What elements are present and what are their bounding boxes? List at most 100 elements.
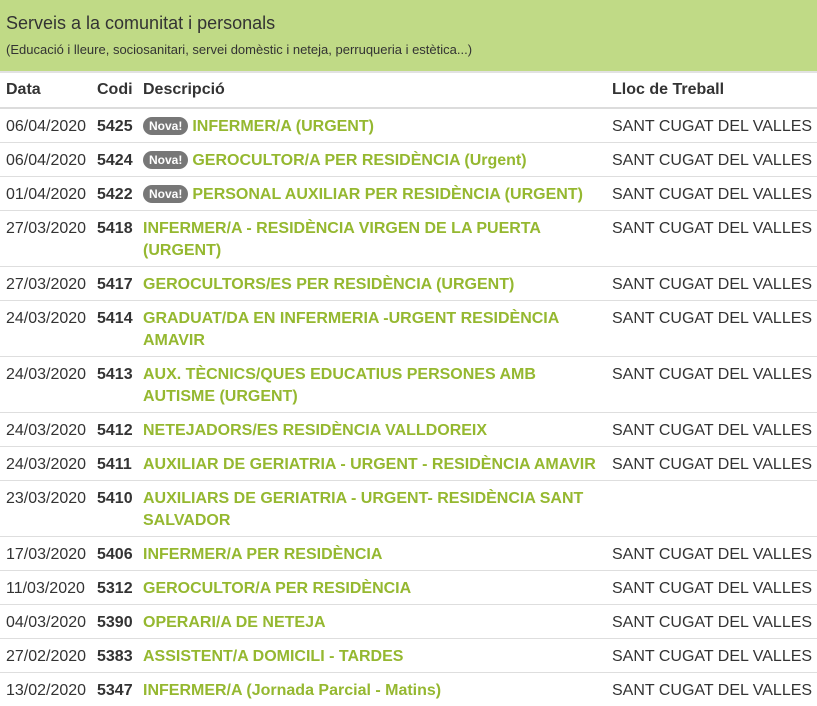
- job-offer-link[interactable]: INFERMER/A PER RESIDÈNCIA: [143, 546, 382, 563]
- row-description-cell: Nova!GEROCULTOR/A PER RESIDÈNCIA (Urgent…: [137, 143, 606, 177]
- column-header-description: Descripció: [137, 73, 606, 108]
- job-offer-link[interactable]: INFERMER/A - RESIDÈNCIA VIRGEN DE LA PUE…: [143, 220, 540, 259]
- job-offers-table: Data Codi Descripció Lloc de Treball 06/…: [0, 73, 817, 706]
- row-location: SANT CUGAT DEL VALLES: [606, 537, 817, 571]
- row-location: SANT CUGAT DEL VALLES: [606, 267, 817, 301]
- row-date: 13/02/2020: [0, 673, 91, 706]
- row-location: SANT CUGAT DEL VALLES: [606, 413, 817, 447]
- row-description-cell: AUXILIAR DE GERIATRIA - URGENT - RESIDÈN…: [137, 447, 606, 481]
- row-code: 5422: [91, 177, 137, 211]
- table-row: 24/03/20205413AUX. TÈCNICS/QUES EDUCATIU…: [0, 357, 817, 413]
- row-code: 5418: [91, 211, 137, 267]
- table-row: 24/03/20205411 AUXILIAR DE GERIATRIA - UR…: [0, 447, 817, 481]
- row-code: 5424: [91, 143, 137, 177]
- job-offer-link[interactable]: ASSISTENT/A DOMICILI - TARDES: [143, 648, 403, 665]
- table-row: 27/03/20205418INFERMER/A - RESIDÈNCIA VI…: [0, 211, 817, 267]
- row-date: 11/03/2020: [0, 571, 91, 605]
- row-code: 5312: [91, 571, 137, 605]
- job-offer-link[interactable]: AUXILIARS DE GERIATRIA - URGENT- RESIDÈN…: [143, 490, 583, 529]
- row-description-cell: INFERMER/A PER RESIDÈNCIA: [137, 537, 606, 571]
- row-code: 5406: [91, 537, 137, 571]
- job-offer-link[interactable]: INFERMER/A (URGENT): [192, 118, 374, 135]
- row-location: SANT CUGAT DEL VALLES: [606, 447, 817, 481]
- row-date: 04/03/2020: [0, 605, 91, 639]
- table-row: 06/04/20205424Nova!GEROCULTOR/A PER RESI…: [0, 143, 817, 177]
- row-date: 17/03/2020: [0, 537, 91, 571]
- table-row: 24/03/20205414GRADUAT/DA EN INFERMERIA -…: [0, 301, 817, 357]
- table-row: 01/04/20205422Nova!PERSONAL AUXILIAR PER…: [0, 177, 817, 211]
- row-code: 5390: [91, 605, 137, 639]
- row-description-cell: GEROCULTORS/ES PER RESIDÈNCIA (URGENT): [137, 267, 606, 301]
- table-row: 24/03/20205412 NETEJADORS/ES RESIDÈNCIA V…: [0, 413, 817, 447]
- row-date: 06/04/2020: [0, 108, 91, 143]
- table-row: 06/04/20205425Nova!INFERMER/A (URGENT)SA…: [0, 108, 817, 143]
- row-location: SANT CUGAT DEL VALLES: [606, 143, 817, 177]
- row-code: 5411: [91, 447, 137, 481]
- table-header-row: Data Codi Descripció Lloc de Treball: [0, 73, 817, 108]
- row-description-cell: INFERMER/A - RESIDÈNCIA VIRGEN DE LA PUE…: [137, 211, 606, 267]
- row-location: SANT CUGAT DEL VALLES: [606, 673, 817, 706]
- column-header-location: Lloc de Treball: [606, 73, 817, 108]
- row-description-cell: GEROCULTOR/A PER RESIDÈNCIA: [137, 571, 606, 605]
- section-subtitle: (Educació i lleure, sociosanitari, serve…: [6, 42, 811, 58]
- job-offer-link[interactable]: AUXILIAR DE GERIATRIA - URGENT - RESIDÈN…: [143, 456, 596, 473]
- job-offer-link[interactable]: NETEJADORS/ES RESIDÈNCIA VALLDOREIX: [143, 422, 487, 439]
- row-location: SANT CUGAT DEL VALLES: [606, 211, 817, 267]
- row-date: 27/02/2020: [0, 639, 91, 673]
- row-date: 06/04/2020: [0, 143, 91, 177]
- column-header-date: Data: [0, 73, 91, 108]
- row-description-cell: Nova!PERSONAL AUXILIAR PER RESIDÈNCIA (U…: [137, 177, 606, 211]
- table-row: 11/03/20205312 GEROCULTOR/A PER RESIDÈNCI…: [0, 571, 817, 605]
- row-description-cell: GRADUAT/DA EN INFERMERIA -URGENT RESIDÈN…: [137, 301, 606, 357]
- section-title: Serveis a la comunitat i personals: [6, 12, 811, 34]
- row-code: 5410: [91, 481, 137, 537]
- job-offer-link[interactable]: OPERARI/A DE NETEJA: [143, 614, 326, 631]
- job-offer-link[interactable]: GEROCULTOR/A PER RESIDÈNCIA (Urgent): [192, 152, 526, 169]
- row-location: SANT CUGAT DEL VALLES: [606, 639, 817, 673]
- row-code: 5425: [91, 108, 137, 143]
- table-row: 04/03/20205390 OPERARI/A DE NETEJA SANT CU…: [0, 605, 817, 639]
- row-date: 24/03/2020: [0, 301, 91, 357]
- row-code: 5413: [91, 357, 137, 413]
- row-description-cell: OPERARI/A DE NETEJA: [137, 605, 606, 639]
- row-description-cell: AUXILIARS DE GERIATRIA - URGENT- RESIDÈN…: [137, 481, 606, 537]
- row-location: SANT CUGAT DEL VALLES: [606, 301, 817, 357]
- row-location: SANT CUGAT DEL VALLES: [606, 605, 817, 639]
- job-offer-link[interactable]: GEROCULTOR/A PER RESIDÈNCIA: [143, 580, 411, 597]
- row-date: 24/03/2020: [0, 357, 91, 413]
- row-location: [606, 481, 817, 537]
- row-code: 5383: [91, 639, 137, 673]
- table-row: 17/03/20205406 INFERMER/A PER RESIDÈNCIA S…: [0, 537, 817, 571]
- section-header: Serveis a la comunitat i personals (Educ…: [0, 0, 817, 73]
- job-offer-link[interactable]: AUX. TÈCNICS/QUES EDUCATIUS PERSONES AMB…: [143, 366, 536, 405]
- new-badge: Nova!: [143, 185, 188, 203]
- row-date: 01/04/2020: [0, 177, 91, 211]
- row-date: 23/03/2020: [0, 481, 91, 537]
- row-location: SANT CUGAT DEL VALLES: [606, 571, 817, 605]
- row-date: 27/03/2020: [0, 211, 91, 267]
- row-date: 27/03/2020: [0, 267, 91, 301]
- job-offer-link[interactable]: GRADUAT/DA EN INFERMERIA -URGENT RESIDÈN…: [143, 310, 559, 349]
- new-badge: Nova!: [143, 117, 188, 135]
- job-offer-link[interactable]: GEROCULTORS/ES PER RESIDÈNCIA (URGENT): [143, 276, 514, 293]
- row-code: 5417: [91, 267, 137, 301]
- column-header-code: Codi: [91, 73, 137, 108]
- job-offer-link[interactable]: INFERMER/A (Jornada Parcial - Matins): [143, 682, 441, 699]
- row-date: 24/03/2020: [0, 447, 91, 481]
- row-description-cell: ASSISTENT/A DOMICILI - TARDES: [137, 639, 606, 673]
- row-code: 5347: [91, 673, 137, 706]
- row-description-cell: Nova!INFERMER/A (URGENT): [137, 108, 606, 143]
- row-description-cell: AUX. TÈCNICS/QUES EDUCATIUS PERSONES AMB…: [137, 357, 606, 413]
- row-location: SANT CUGAT DEL VALLES: [606, 108, 817, 143]
- row-description-cell: NETEJADORS/ES RESIDÈNCIA VALLDOREIX: [137, 413, 606, 447]
- table-row: 27/03/20205417 GEROCULTORS/ES PER RESIDÈN…: [0, 267, 817, 301]
- table-row: 23/03/20205410AUXILIARS DE GERIATRIA - U…: [0, 481, 817, 537]
- row-location: SANT CUGAT DEL VALLES: [606, 177, 817, 211]
- row-date: 24/03/2020: [0, 413, 91, 447]
- row-code: 5414: [91, 301, 137, 357]
- job-offer-link[interactable]: PERSONAL AUXILIAR PER RESIDÈNCIA (URGENT…: [192, 186, 583, 203]
- table-row: 27/02/20205383 ASSISTENT/A DOMICILI - TAR…: [0, 639, 817, 673]
- new-badge: Nova!: [143, 151, 188, 169]
- row-location: SANT CUGAT DEL VALLES: [606, 357, 817, 413]
- row-code: 5412: [91, 413, 137, 447]
